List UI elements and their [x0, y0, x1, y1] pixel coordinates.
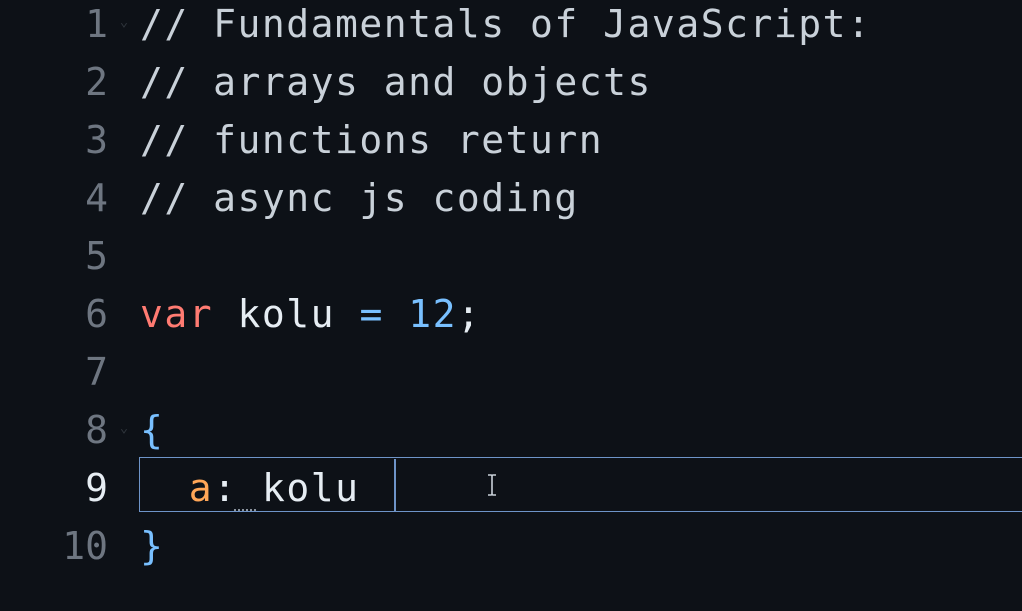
code-line-9[interactable]: 9 a: kolu: [0, 464, 1022, 522]
line-number-2: 2: [85, 60, 108, 104]
close-brace: }: [140, 524, 165, 568]
code-text-line-4: // async js coding: [140, 176, 579, 220]
operator-equals: =: [359, 292, 384, 336]
line-number-5: 5: [85, 234, 108, 278]
keyword-var: var: [140, 292, 214, 336]
code-line-7[interactable]: 7: [0, 348, 1022, 406]
line-number-6: 6: [85, 292, 108, 336]
code-line-2[interactable]: 2 // arrays and objects: [0, 58, 1022, 116]
code-text-line-6: var kolu = 12;: [140, 290, 481, 348]
line-number-4: 4: [85, 176, 108, 220]
code-text-line-1: // Fundamentals of JavaScript:: [140, 2, 872, 46]
line-number-10: 10: [62, 524, 108, 568]
line-number-8: 8: [85, 408, 108, 452]
text-cursor: [394, 459, 396, 511]
number-literal: 12: [408, 292, 457, 336]
diagnostic-squiggle: [234, 509, 256, 515]
colon: :: [213, 466, 238, 510]
property-a: a: [188, 466, 214, 510]
fold-chevron-icon[interactable]: ⌄: [116, 420, 132, 436]
text-cursor-ibeam-icon: [488, 474, 496, 496]
code-line-6[interactable]: 6 var kolu = 12;: [0, 290, 1022, 348]
line-number-1: 1: [85, 2, 108, 46]
code-text-line-2: // arrays and objects: [140, 60, 652, 104]
fold-chevron-icon[interactable]: ⌄: [116, 14, 132, 30]
code-line-4[interactable]: 4 // async js coding: [0, 174, 1022, 232]
code-line-5[interactable]: 5: [0, 232, 1022, 290]
line-number-7: 7: [85, 350, 108, 394]
code-text-line-3: // functions return: [140, 118, 604, 162]
code-editor[interactable]: 1 ⌄ // Fundamentals of JavaScript: 2 // …: [0, 0, 1022, 611]
line-number-9: 9: [85, 466, 108, 510]
line-number-3: 3: [85, 118, 108, 162]
code-line-1[interactable]: 1 ⌄ // Fundamentals of JavaScript:: [0, 0, 1022, 58]
code-line-10[interactable]: 10 }: [0, 522, 1022, 580]
identifier-kolu: kolu: [237, 292, 336, 336]
code-line-8[interactable]: 8 ⌄ {: [0, 406, 1022, 464]
open-brace: {: [140, 408, 165, 452]
semicolon: ;: [456, 292, 482, 336]
code-line-3[interactable]: 3 // functions return: [0, 116, 1022, 174]
identifier-kolu: kolu: [261, 466, 360, 510]
